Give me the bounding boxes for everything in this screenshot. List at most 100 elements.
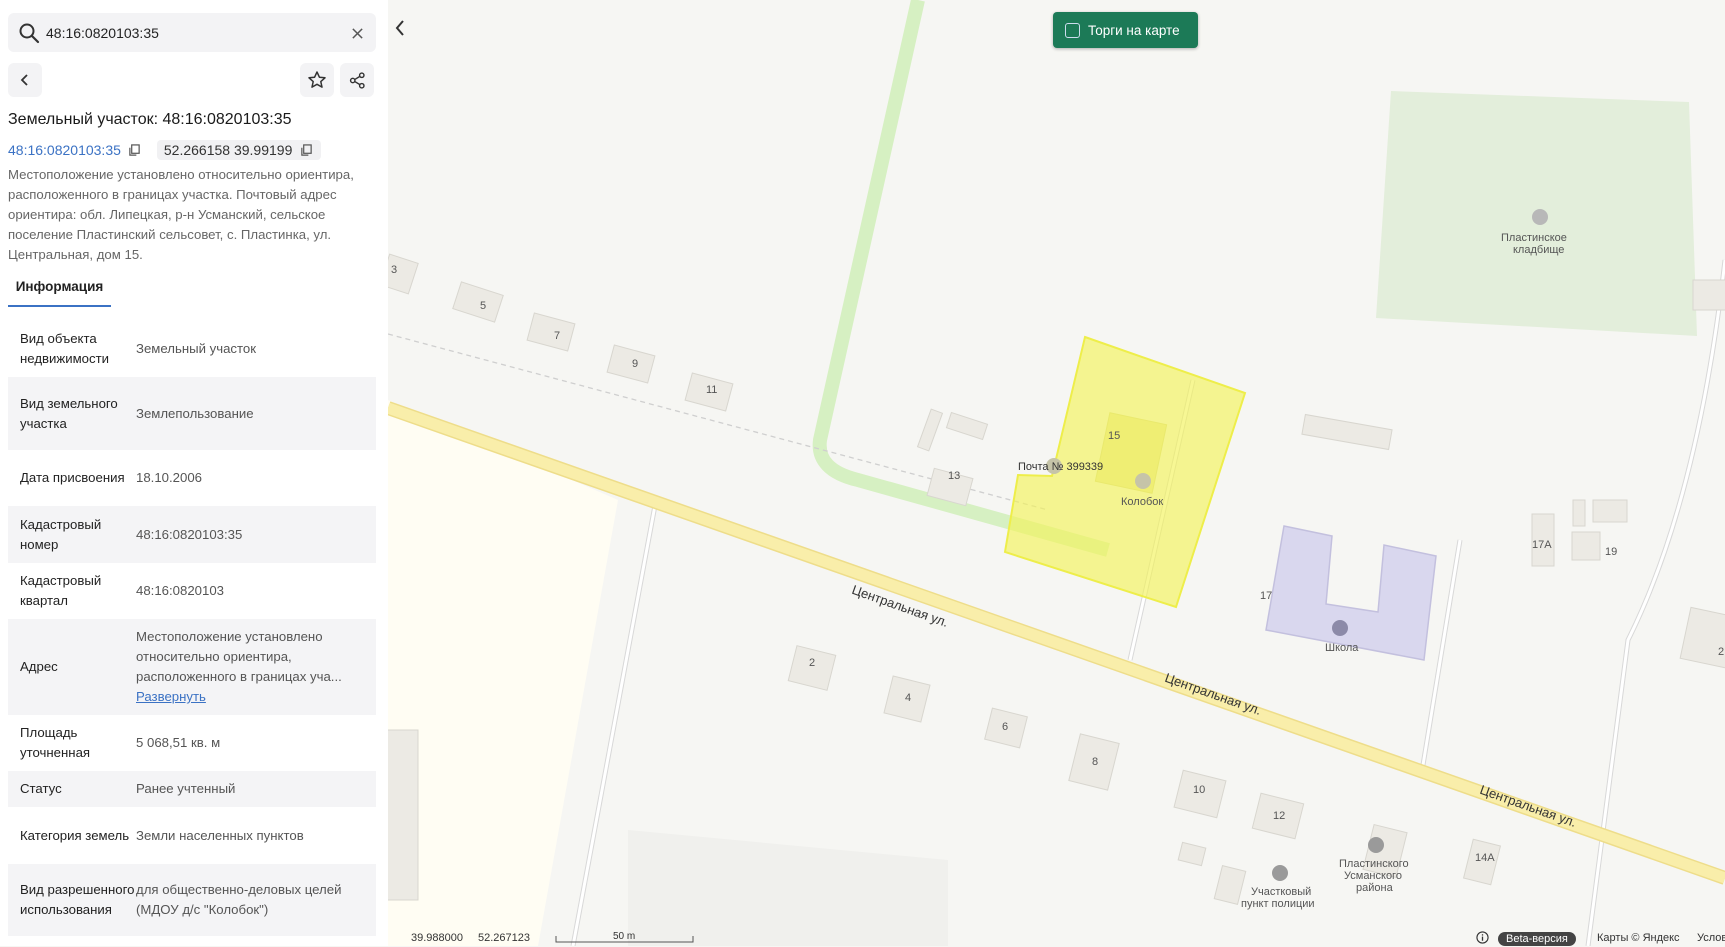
street-label: Центральная ул. (1162, 670, 1264, 718)
cadastral-number-link[interactable]: 48:16:0820103:35 (8, 142, 121, 158)
row-value: Земельный участок (136, 340, 257, 356)
search-input[interactable] (46, 19, 336, 46)
table-row: Вид земельного участка Землепользование (8, 377, 376, 450)
copy-icon[interactable] (127, 142, 143, 158)
address-value: Местоположение установлено относительно … (136, 629, 342, 684)
house-number: 17А (1532, 539, 1552, 551)
table-row: Адрес Местоположение установлено относите… (8, 619, 376, 715)
auction-checkbox[interactable] (1065, 22, 1080, 38)
chevron-left-icon (20, 74, 28, 86)
admin-label[interactable]: Пластинского (1339, 858, 1409, 870)
house-number: 15 (1108, 430, 1121, 442)
row-key: Вид разрешенного использования (20, 882, 135, 917)
search-bar (8, 13, 376, 52)
favorite-button[interactable] (300, 63, 334, 97)
copy-icon[interactable] (298, 142, 314, 158)
search-icon (19, 23, 40, 44)
table-row: Вид разрешенного использования для общест… (8, 864, 376, 936)
row-value: Местоположение установлено относительно … (136, 627, 364, 707)
back-button[interactable] (8, 63, 42, 97)
house-number: 12 (1273, 810, 1286, 822)
table-row: Вид объекта недвижимости Земельный участо… (8, 320, 376, 377)
house-number: 2 (1718, 646, 1725, 658)
house-number: 6 (1002, 721, 1009, 733)
street-label: Центральная ул. (1477, 782, 1579, 830)
school-label[interactable]: Школа (1325, 642, 1358, 654)
house-number: 5 (480, 300, 487, 312)
house-number: 11 (706, 384, 718, 396)
table-row: Дата присвоения 18.10.2006 (8, 450, 376, 506)
row-key: Вид земельного участка (20, 395, 118, 431)
house-number: 14А (1475, 852, 1495, 864)
close-icon[interactable] (346, 22, 368, 44)
row-value: 48:16:0820103:35 (136, 526, 243, 542)
table-row: Кадастровый квартал 48:16:0820103 (8, 563, 376, 619)
copyright-text[interactable]: Карты © Яндекс (1597, 932, 1680, 944)
cadastral-row: 48:16:0820103:35 52.266158 39.99199 (8, 139, 322, 161)
beta-badge[interactable]: Beta-версия (1498, 932, 1576, 946)
house-number: 9 (632, 358, 639, 370)
terms-link[interactable]: Услов (1697, 932, 1725, 944)
row-key: Площадь уточненная (20, 725, 91, 760)
expand-link[interactable]: Развернуть (136, 687, 364, 707)
police-label[interactable]: пункт полиции (1241, 898, 1315, 910)
house-number: 19 (1605, 546, 1618, 558)
share-icon (349, 71, 365, 89)
coordinates-text: 52.266158 39.99199 (163, 142, 293, 158)
page-title: Земельный участок: 48:16:0820103:35 (8, 111, 292, 128)
row-key: Категория земель (20, 827, 130, 843)
chevron-left-icon (395, 20, 404, 36)
map-status-bar: 39.988000 52.267123 50 m Beta-версия Кар… (388, 930, 1725, 946)
coordinates-badge: 52.266158 39.99199 (156, 140, 322, 160)
row-value: 48:16:0820103 (136, 583, 225, 598)
admin-label[interactable]: района (1356, 882, 1393, 894)
house-number: 3 (391, 264, 398, 276)
map-labels: 3 5 7 9 11 13 15 2 4 6 8 10 12 14А 17 17… (388, 0, 1725, 946)
house-number: 10 (1193, 784, 1206, 796)
scale-label: 50 m (613, 931, 636, 942)
star-icon (308, 71, 326, 88)
admin-label[interactable]: Усманского (1344, 870, 1402, 882)
house-number: 8 (1092, 756, 1099, 768)
row-key: Статус (20, 781, 62, 796)
share-button[interactable] (340, 63, 374, 97)
house-number: 13 (948, 470, 961, 482)
row-key: Кадастровый квартал (20, 573, 102, 608)
table-row: Площадь уточненная 5 068,51 кв. м (8, 715, 376, 771)
street-label: Центральная ул. (849, 582, 951, 630)
row-value: 18.10.2006 (136, 470, 203, 485)
post-office-label[interactable]: Почта № 399339 (1018, 461, 1103, 473)
longitude-readout: 39.988000 (411, 932, 463, 944)
table-row: Категория земель Земли населенных пунктов (8, 807, 376, 864)
kindergarten-label[interactable]: Колобок (1121, 496, 1163, 508)
latitude-readout: 52.267123 (478, 932, 530, 944)
row-key: Дата присвоения (20, 470, 125, 485)
police-label[interactable]: Участковый (1251, 886, 1311, 898)
row-key: Кадастровый номер (20, 516, 102, 552)
map-canvas[interactable]: 3 5 7 9 11 13 15 2 4 6 8 10 12 14А 17 17… (388, 0, 1725, 946)
row-key: Адрес (20, 659, 58, 674)
house-number: 7 (554, 330, 561, 342)
auction-label: Торги на карте (1088, 22, 1180, 38)
row-value: Ранее учтенный (136, 781, 236, 796)
auction-toggle-button[interactable]: Торги на карте (1053, 12, 1198, 48)
info-table: Вид объекта недвижимости Земельный участо… (8, 320, 376, 936)
table-row: Кадастровый номер 48:16:0820103:35 (8, 506, 376, 563)
row-value: 5 068,51 кв. м (136, 735, 221, 750)
cemetery-label[interactable]: кладбище (1513, 244, 1564, 256)
sidebar: Земельный участок: 48:16:0820103:35 48:1… (0, 0, 388, 946)
tabs: Информация (8, 277, 380, 307)
row-value: Землепользование (136, 405, 254, 421)
house-number: 2 (809, 657, 816, 669)
info-icon[interactable] (1476, 931, 1489, 947)
table-row: Статус Ранее учтенный (8, 771, 376, 807)
row-value: Земли населенных пунктов (136, 827, 304, 843)
cemetery-label[interactable]: Пластинское (1501, 232, 1567, 244)
row-value: для общественно-деловых целей (МДОУ д/с … (136, 882, 342, 917)
collapse-sidebar-button[interactable] (389, 10, 411, 46)
tab-info[interactable]: Информация (8, 277, 111, 307)
house-number: 17 (1260, 590, 1273, 602)
house-number: 4 (905, 692, 912, 704)
row-key: Вид объекта недвижимости (20, 330, 109, 366)
parcel-description: Местоположение установлено относительно … (8, 167, 354, 262)
